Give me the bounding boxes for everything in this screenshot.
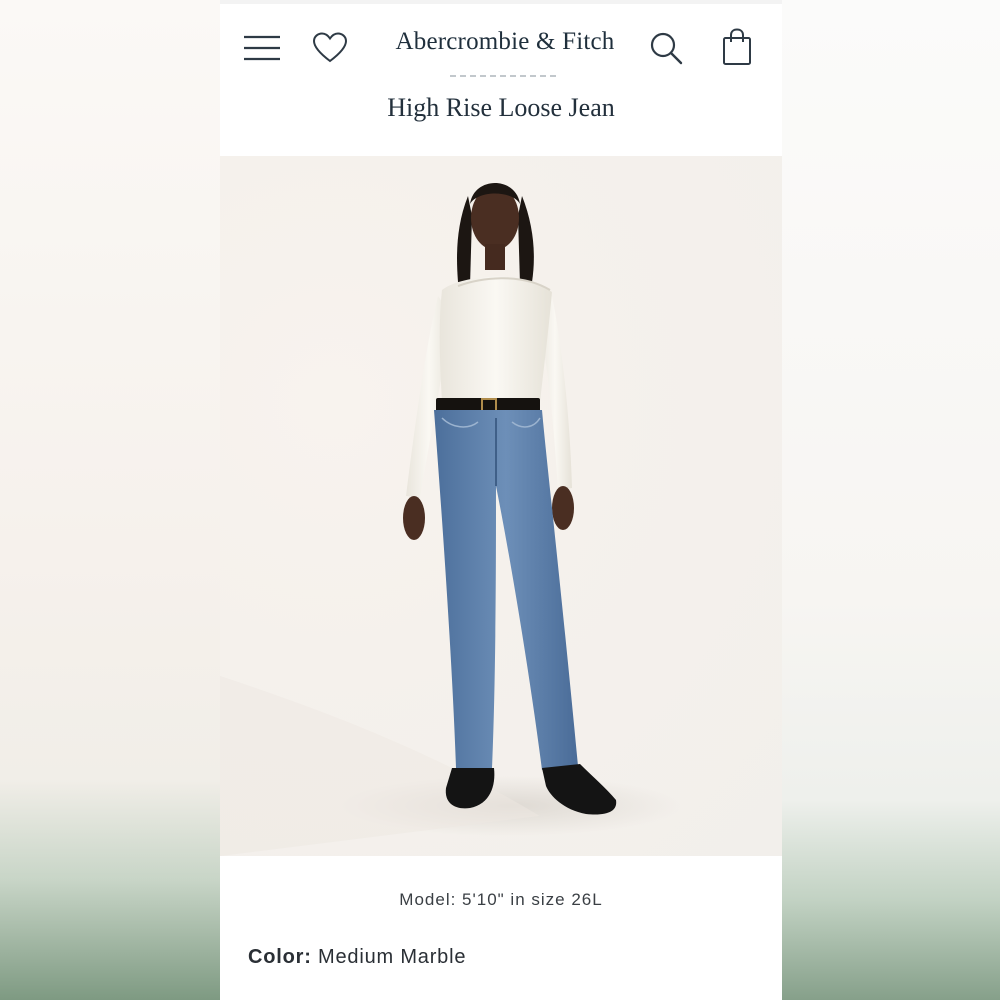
color-selection: Color: Medium Marble	[248, 946, 466, 969]
backdrop-left	[0, 0, 220, 1000]
backdrop-right	[782, 0, 1000, 1000]
color-value: Medium Marble	[318, 946, 467, 968]
brand-logo[interactable]: Abercrombie & Fitch	[380, 28, 630, 56]
search-icon[interactable]	[648, 30, 684, 66]
model-size-caption: Model: 5'10" in size 26L	[399, 890, 603, 909]
product-title: High Rise Loose Jean	[387, 93, 615, 122]
breadcrumb-sliver	[450, 72, 560, 78]
model-illustration	[220, 183, 680, 856]
product-image[interactable]	[220, 156, 782, 856]
hamburger-menu-icon[interactable]	[242, 32, 282, 64]
heart-icon[interactable]	[310, 30, 350, 66]
shopping-bag-icon[interactable]	[720, 26, 754, 68]
color-label: Color:	[248, 946, 312, 968]
mobile-screen: Abercrombie & Fitch High Rise Loose Jean	[220, 0, 782, 1000]
